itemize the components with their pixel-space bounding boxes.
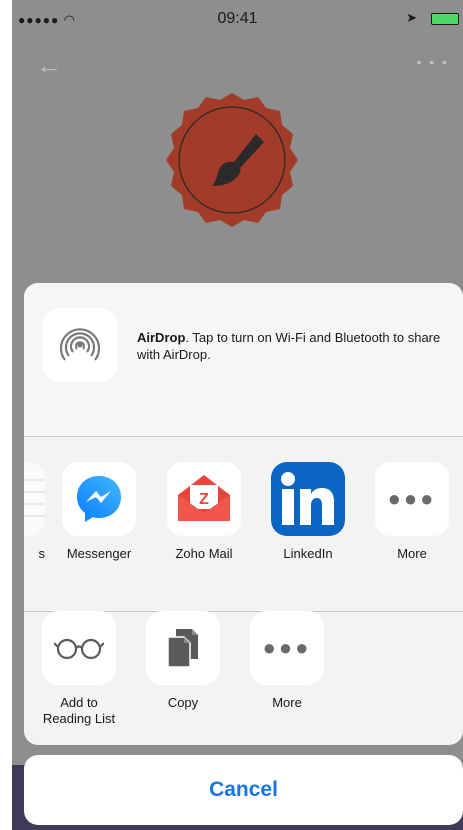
partial-app-label: s: [38, 546, 46, 561]
airdrop-icon[interactable]: [43, 308, 117, 382]
left-edge-strip: [0, 0, 12, 830]
more-icon: ●●●: [375, 462, 449, 536]
badge-icon: [166, 93, 298, 227]
actions-row: Add to Reading List Copy ●●● More: [24, 611, 463, 745]
action-copy-label: Copy: [167, 695, 199, 710]
action-add-to-reading-list[interactable]: Add to Reading List: [37, 611, 121, 727]
linkedin-icon: [271, 462, 345, 536]
airdrop-title: AirDrop: [137, 330, 186, 345]
app-zoho-mail-label: Zoho Mail: [175, 546, 233, 561]
status-bar: ●●●●● ◠ 09:41 ➤: [12, 0, 463, 40]
zoho-mail-icon: Z: [167, 462, 241, 536]
more-icon: ●●●: [250, 611, 324, 685]
airdrop-description: AirDrop. Tap to turn on Wi-Fi and Blueto…: [137, 329, 447, 363]
app-messenger-label: Messenger: [66, 546, 132, 561]
location-arrow-icon: ➤: [406, 10, 417, 25]
apps-row: s Messenger Z Zoho Mail LinkedIn ●●● Mor…: [24, 436, 463, 611]
action-more[interactable]: ●●● More: [245, 611, 329, 711]
app-more-label: More: [397, 546, 427, 561]
cancel-button[interactable]: Cancel: [24, 755, 463, 825]
back-arrow-icon[interactable]: ←: [36, 50, 62, 81]
battery-icon: [431, 13, 459, 25]
action-copy[interactable]: Copy: [141, 611, 225, 711]
share-sheet: AirDrop. Tap to turn on Wi-Fi and Blueto…: [24, 283, 463, 745]
more-dots-icon[interactable]: • • •: [417, 54, 449, 70]
app-zoho-mail[interactable]: Z Zoho Mail: [164, 462, 244, 561]
app-linkedin[interactable]: LinkedIn: [268, 462, 348, 561]
airdrop-section[interactable]: AirDrop. Tap to turn on Wi-Fi and Blueto…: [24, 283, 463, 436]
app-linkedin-label: LinkedIn: [283, 546, 333, 561]
copy-icon: [146, 611, 220, 685]
glasses-icon: [42, 611, 116, 685]
messenger-icon: [62, 462, 136, 536]
svg-text:Z: Z: [199, 491, 209, 508]
action-more-label: More: [272, 695, 302, 710]
app-more[interactable]: ●●● More: [372, 462, 452, 561]
action-add-to-reading-list-label: Add to Reading List: [42, 695, 116, 726]
partial-app[interactable]: s: [24, 462, 48, 561]
status-time: 09:41: [217, 10, 258, 27]
app-messenger[interactable]: Messenger: [59, 462, 139, 561]
partial-app-icon: [24, 462, 45, 536]
